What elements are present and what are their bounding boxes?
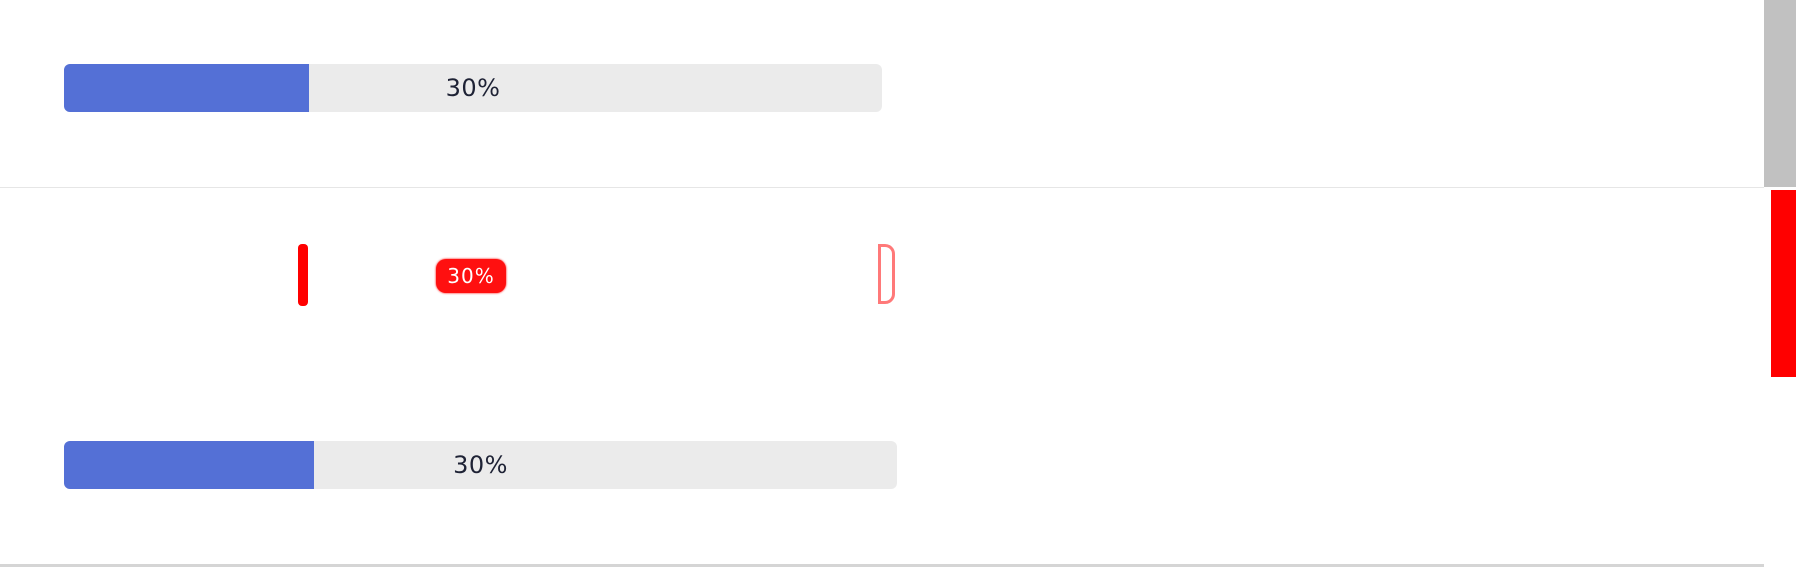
diff-artifact-label: 30%	[436, 259, 506, 293]
diff-artifact-right-bracket	[878, 244, 895, 304]
scrollbar-thumb[interactable]	[1764, 0, 1796, 187]
progress-bar-1: 30%	[64, 64, 882, 112]
diff-artifact-left-bar	[298, 244, 308, 306]
scrollbar-thumb-highlight[interactable]	[1771, 190, 1796, 377]
progress-bar-2: 30%	[64, 441, 897, 489]
progress-label-1: 30%	[445, 74, 501, 102]
progress-label-2: 30%	[453, 451, 508, 479]
